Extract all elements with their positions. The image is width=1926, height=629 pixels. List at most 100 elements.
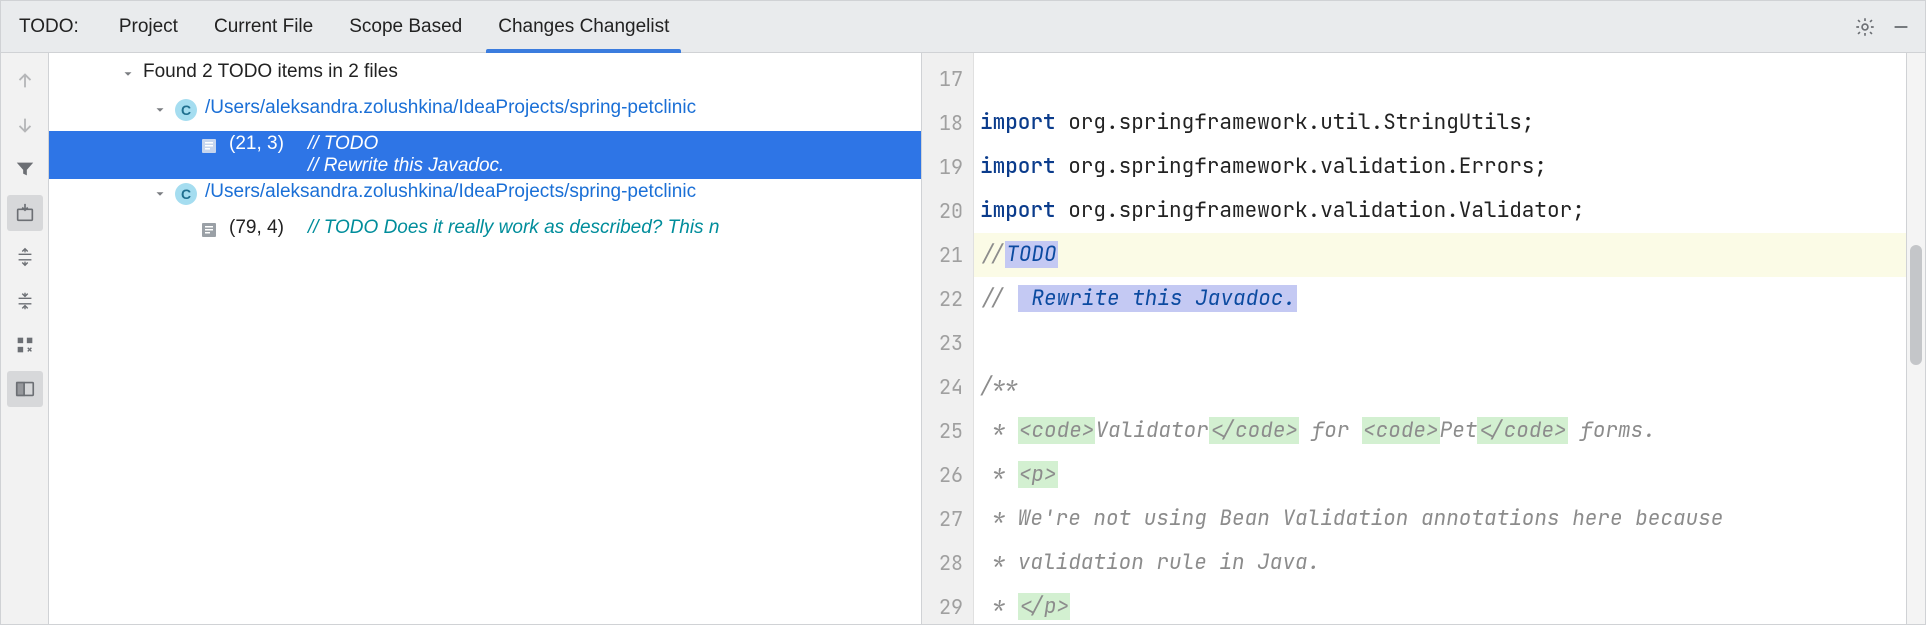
tree-summary-row[interactable]: Found 2 TODO items in 2 files: [49, 59, 921, 95]
code-line[interactable]: * </p>: [974, 585, 1906, 624]
line-number: 24: [922, 365, 973, 409]
code-token: //: [980, 285, 1018, 312]
code-token: //: [980, 241, 1005, 268]
chevron-down-icon[interactable]: [149, 99, 171, 121]
code-token: * validation rule in Java.: [980, 549, 1320, 576]
line-number: 23: [922, 321, 973, 365]
tab-label: Current File: [214, 16, 313, 38]
gear-icon[interactable]: [1847, 9, 1883, 45]
line-number: 20: [922, 189, 973, 233]
code-token: forms.: [1568, 417, 1656, 444]
autoscroll-to-source-icon[interactable]: [7, 195, 43, 231]
group-by-icon[interactable]: [7, 327, 43, 363]
code-preview-pane: 17181920212223242526272829 import org.sp…: [922, 53, 1925, 624]
code-token: import: [980, 197, 1068, 224]
file-path: /Users/aleksandra.zolushkina/IdeaProject…: [205, 181, 696, 203]
vertical-scrollbar[interactable]: [1906, 53, 1925, 624]
line-number: 25: [922, 409, 973, 453]
code-line[interactable]: /**: [974, 365, 1906, 409]
code-token: <code>: [1362, 417, 1440, 444]
code-editor[interactable]: import org.springframework.util.StringUt…: [974, 53, 1906, 624]
code-token: /**: [980, 373, 1018, 400]
code-line[interactable]: * validation rule in Java.: [974, 541, 1906, 585]
scrollbar-thumb[interactable]: [1910, 245, 1922, 365]
arrow-down-icon[interactable]: [7, 107, 43, 143]
code-line[interactable]: [974, 57, 1906, 101]
expand-all-icon[interactable]: [7, 239, 43, 275]
line-number: 22: [922, 277, 973, 321]
line-number: 18: [922, 101, 973, 145]
tree-summary-text: Found 2 TODO items in 2 files: [143, 61, 398, 83]
tab-scope-based[interactable]: Scope Based: [331, 1, 480, 52]
code-token: </p>: [1018, 593, 1070, 620]
code-line[interactable]: * <code>Validator</code> for <code>Pet</…: [974, 409, 1906, 453]
code-token: org.springframework.util.StringUtils;: [1068, 109, 1534, 136]
code-token: org.springframework.validation.Validator…: [1068, 197, 1585, 224]
line-number: 26: [922, 453, 973, 497]
code-token: TODO: [1005, 241, 1057, 268]
main-area: Found 2 TODO items in 2 files C /Users/a…: [1, 53, 1925, 624]
code-token: import: [980, 153, 1068, 180]
tab-current-file[interactable]: Current File: [196, 1, 331, 52]
chevron-down-icon[interactable]: [149, 183, 171, 205]
vertical-toolbar: [1, 53, 49, 624]
code-token: Validator: [1095, 417, 1208, 444]
code-line[interactable]: //TODO: [974, 233, 1906, 277]
class-file-icon: C: [175, 99, 197, 121]
code-gutter: 17181920212223242526272829: [922, 53, 974, 624]
tab-label: Changes Changelist: [498, 16, 669, 38]
code-line[interactable]: import org.springframework.validation.Va…: [974, 189, 1906, 233]
tab-changes-changelist[interactable]: Changes Changelist: [480, 1, 687, 52]
todo-tool-window: TODO: Project Current File Scope Based C…: [0, 0, 1926, 625]
code-token: * We're not using Bean Validation annota…: [980, 505, 1736, 532]
todo-item-row[interactable]: (79, 4) // TODO Does it really work as d…: [49, 215, 921, 251]
todo-title: TODO:: [19, 16, 79, 38]
todo-header: TODO: Project Current File Scope Based C…: [1, 1, 1925, 53]
tree-file-row[interactable]: C /Users/aleksandra.zolushkina/IdeaProje…: [49, 179, 921, 215]
file-path: /Users/aleksandra.zolushkina/IdeaProject…: [205, 97, 696, 119]
arrow-up-icon[interactable]: [7, 63, 43, 99]
filter-icon[interactable]: [7, 151, 43, 187]
todo-item-text: // TODO Does it really work as described…: [308, 217, 719, 239]
todo-line: // Rewrite this Javadoc.: [308, 155, 504, 177]
class-file-icon: C: [175, 183, 197, 205]
line-number: 21: [922, 233, 973, 277]
code-token: org.springframework.validation.Errors;: [1068, 153, 1547, 180]
code-token: <code>: [1018, 417, 1096, 444]
tab-project[interactable]: Project: [101, 1, 196, 52]
todo-tree: Found 2 TODO items in 2 files C /Users/a…: [49, 53, 921, 251]
line-number: 29: [922, 585, 973, 629]
code-token: import: [980, 109, 1068, 136]
tab-label: Scope Based: [349, 16, 462, 38]
code-line[interactable]: // Rewrite this Javadoc.: [974, 277, 1906, 321]
todo-item-icon: [199, 136, 219, 156]
code-token: *: [980, 593, 1018, 620]
todo-item-row[interactable]: (21, 3) // TODO // Rewrite this Javadoc.: [49, 131, 921, 179]
todo-item-position: (21, 3): [229, 133, 284, 155]
todo-item-position: (79, 4): [229, 217, 284, 239]
code-line[interactable]: import org.springframework.util.StringUt…: [974, 101, 1906, 145]
collapse-all-icon[interactable]: [7, 283, 43, 319]
code-token: for: [1299, 417, 1362, 444]
code-token: </code>: [1209, 417, 1299, 444]
tree-file-row[interactable]: C /Users/aleksandra.zolushkina/IdeaProje…: [49, 95, 921, 131]
todo-item-icon: [199, 220, 219, 240]
chevron-down-icon[interactable]: [117, 63, 139, 85]
code-token: <p>: [1018, 461, 1058, 488]
code-token: Pet: [1440, 417, 1478, 444]
line-number: 28: [922, 541, 973, 585]
tab-label: Project: [119, 16, 178, 38]
code-line[interactable]: * We're not using Bean Validation annota…: [974, 497, 1906, 541]
minimize-icon[interactable]: [1883, 9, 1919, 45]
code-token: *: [980, 461, 1018, 488]
todo-line: // TODO: [308, 133, 504, 155]
line-number: 19: [922, 145, 973, 189]
line-number: 17: [922, 57, 973, 101]
code-line[interactable]: import org.springframework.validation.Er…: [974, 145, 1906, 189]
code-token: </code>: [1477, 417, 1567, 444]
code-token: *: [980, 417, 1018, 444]
preview-pane-icon[interactable]: [7, 371, 43, 407]
code-line[interactable]: [974, 321, 1906, 365]
code-line[interactable]: * <p>: [974, 453, 1906, 497]
todo-tree-pane[interactable]: Found 2 TODO items in 2 files C /Users/a…: [49, 53, 922, 624]
